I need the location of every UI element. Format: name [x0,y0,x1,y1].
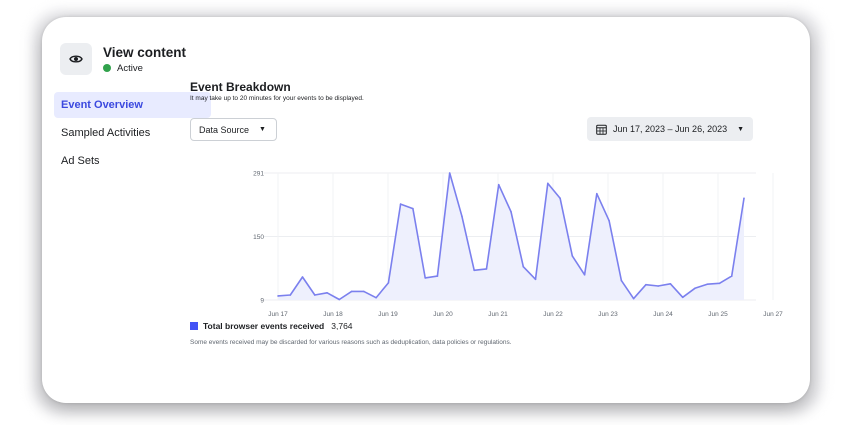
data-point [657,285,659,287]
data-point [350,290,353,293]
data-point [399,203,402,205]
data-point [718,282,721,285]
data-point [375,296,377,299]
data-point [546,182,549,185]
y-tick-label: 150 [253,234,264,241]
data-point [412,207,414,210]
data-source-dropdown[interactable]: Data Source ▼ [190,118,277,141]
data-point [497,183,500,186]
data-point [706,283,709,286]
x-tick-label: Jun 24 [653,311,673,318]
data-point [363,290,365,293]
legend-label: Total browser events received [203,321,325,331]
data-point [461,215,463,218]
data-source-label: Data Source [199,124,250,135]
data-point [473,269,476,272]
x-tick-label: Jun 17 [268,311,288,318]
status-badge: Active [103,63,186,74]
data-point [608,219,610,222]
x-tick-label: Jun 23 [598,311,618,318]
data-point [571,255,574,257]
data-point [620,279,623,282]
data-point [313,294,316,296]
events-chart: 291 150 9 Jun 17 Jun 18 Jun 19 Jun 20 Jun 21 Jun… [253,171,783,319]
page-title: View content [103,44,187,60]
data-point [338,298,341,301]
breakdown-title: Event Breakdown [190,80,291,94]
chart-legend: Total browser events received 3,764 [190,321,353,331]
caret-down-icon: ▼ [737,125,745,133]
data-point [424,277,426,279]
breakdown-subtitle: It may take up to 20 minutes for your ev… [190,95,364,102]
calendar-icon [596,124,607,135]
data-point [510,210,512,213]
y-tick-label: 291 [253,171,264,178]
data-point [681,296,684,299]
x-tick-label: Jun 22 [543,311,563,318]
data-point [645,283,647,286]
data-point [534,278,537,281]
data-point [436,275,439,277]
date-range-picker[interactable]: Jun 17, 2023 – Jun 26, 2023 ▼ [587,117,753,141]
event-header: View content Active [60,43,186,75]
legend-swatch [190,322,198,330]
data-point [289,294,292,296]
x-tick-label: Jun 19 [378,311,398,318]
data-point [596,192,598,195]
x-tick-label: Jun 20 [433,311,453,318]
data-point [559,197,561,200]
data-point [632,297,635,300]
data-point [730,275,733,277]
data-point [743,197,745,200]
data-point [448,172,451,174]
date-range-label: Jun 17, 2023 – Jun 26, 2023 [613,124,728,134]
data-point [522,265,525,268]
eye-icon [60,43,92,75]
x-tick-label: Jun 27 [763,311,783,318]
x-tick-label: Jun 21 [488,311,508,318]
status-label: Active [117,62,143,74]
data-point [669,282,672,285]
data-point [326,291,328,294]
legend-value: 3,764 [331,321,353,331]
data-point [694,287,696,290]
x-tick-label: Jun 25 [708,311,728,318]
data-point [485,268,488,270]
data-point [301,276,304,278]
data-point [583,273,586,276]
caret-down-icon: ▼ [259,126,266,133]
breakdown-section: Event Breakdown It may take up to 20 min… [190,80,755,102]
status-dot-icon [103,64,111,72]
sidebar-item-event-overview[interactable]: Event Overview [54,92,211,118]
data-point [277,295,279,297]
sidebar-item-sampled-activities[interactable]: Sampled Activities [54,120,211,146]
footnote: Some events received may be discarded fo… [190,339,512,346]
x-tick-label: Jun 18 [323,311,343,318]
y-tick-label: 9 [260,298,264,305]
data-point [387,282,390,284]
